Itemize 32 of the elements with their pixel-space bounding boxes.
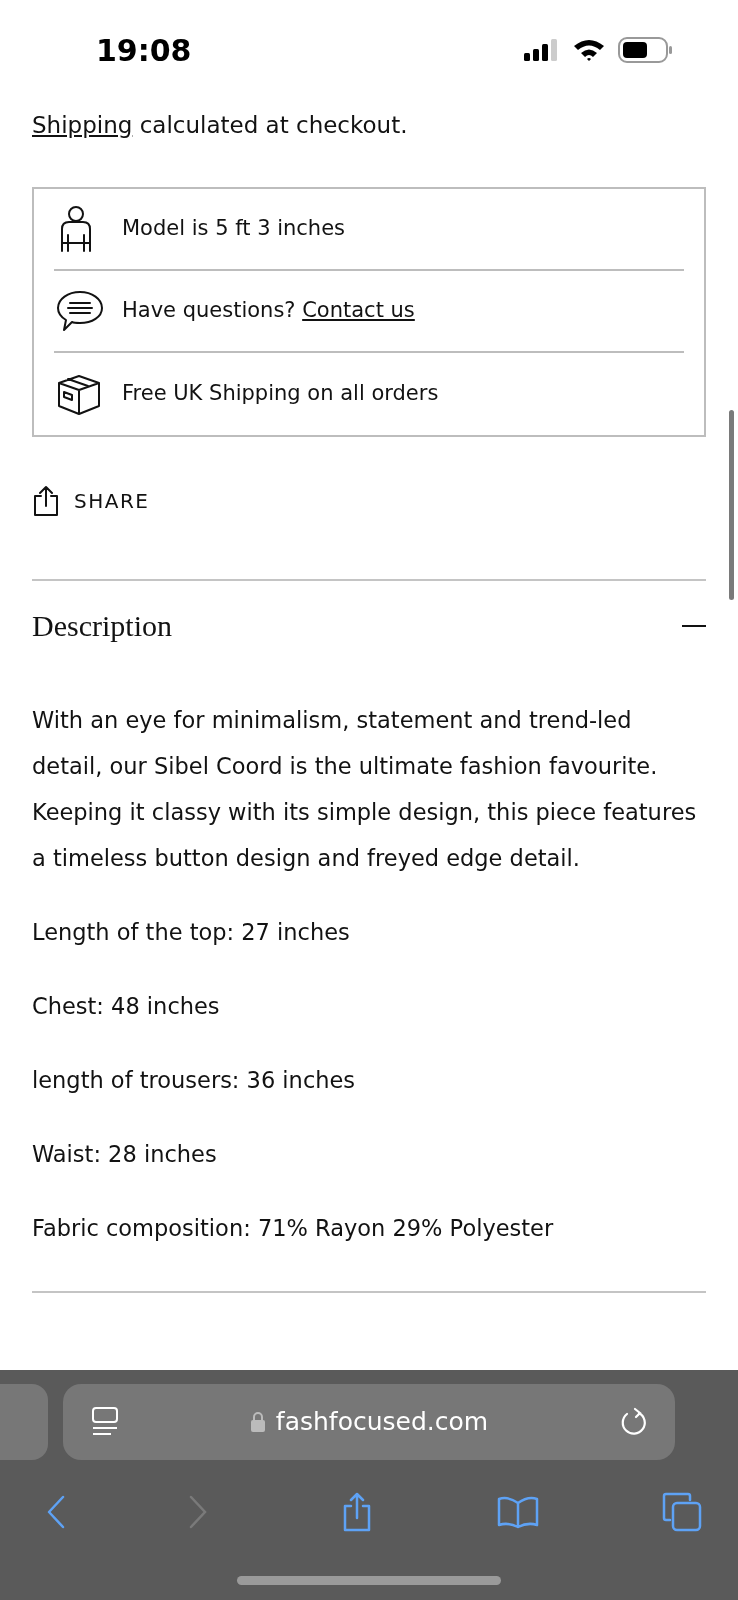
tabs-button[interactable] — [662, 1492, 702, 1532]
wifi-icon — [572, 37, 606, 63]
status-time: 19:08 — [96, 31, 192, 70]
description-text: With an eye for minimalism, statement and trend-led detail, our Sibel Coord is the ultimate fashion favourite. Keeping it classy with its simple design, this piece features a timeless button design and freyed edge detail. — [32, 705, 698, 873]
lock-icon — [249, 1411, 266, 1433]
share-icon — [32, 484, 60, 517]
shipping-link[interactable]: Shipping — [32, 112, 133, 138]
description-text: Chest: 48 inches — [32, 991, 221, 1021]
back-icon — [46, 1495, 66, 1529]
address-bar[interactable]: fashfocused.com — [63, 1384, 675, 1460]
signal-icon — [524, 38, 560, 62]
description-text: Length of the top: 27 inches — [32, 917, 351, 947]
info-text: Have questions? Contact us — [122, 296, 415, 324]
share-button[interactable]: SHARE — [32, 484, 150, 517]
tab-preview[interactable] — [0, 1384, 48, 1460]
url-text: fashfocused.com — [275, 1406, 489, 1439]
info-text: Free UK Shipping on all orders — [122, 379, 439, 407]
description-text: Waist: 28 inches — [32, 1139, 218, 1169]
bookmarks-button[interactable] — [496, 1495, 540, 1529]
battery-icon — [618, 37, 672, 63]
forward-icon — [188, 1495, 208, 1529]
description-header[interactable]: Description — [32, 580, 706, 671]
contact-link[interactable]: Contact us — [302, 297, 415, 322]
description-text: length of trousers: 36 inches — [32, 1065, 357, 1095]
info-text: Model is 5 ft 3 inches — [122, 214, 346, 242]
tabs-icon — [662, 1492, 702, 1532]
reload-icon — [619, 1407, 647, 1437]
book-icon — [496, 1495, 540, 1529]
chat-bubble-icon — [56, 288, 104, 333]
shipping-note: Shipping calculated at checkout. — [31, 111, 409, 140]
reader-icon — [91, 1406, 119, 1438]
description-text: Fabric composition: 71% Rayon 29% Polyester — [32, 1213, 555, 1243]
